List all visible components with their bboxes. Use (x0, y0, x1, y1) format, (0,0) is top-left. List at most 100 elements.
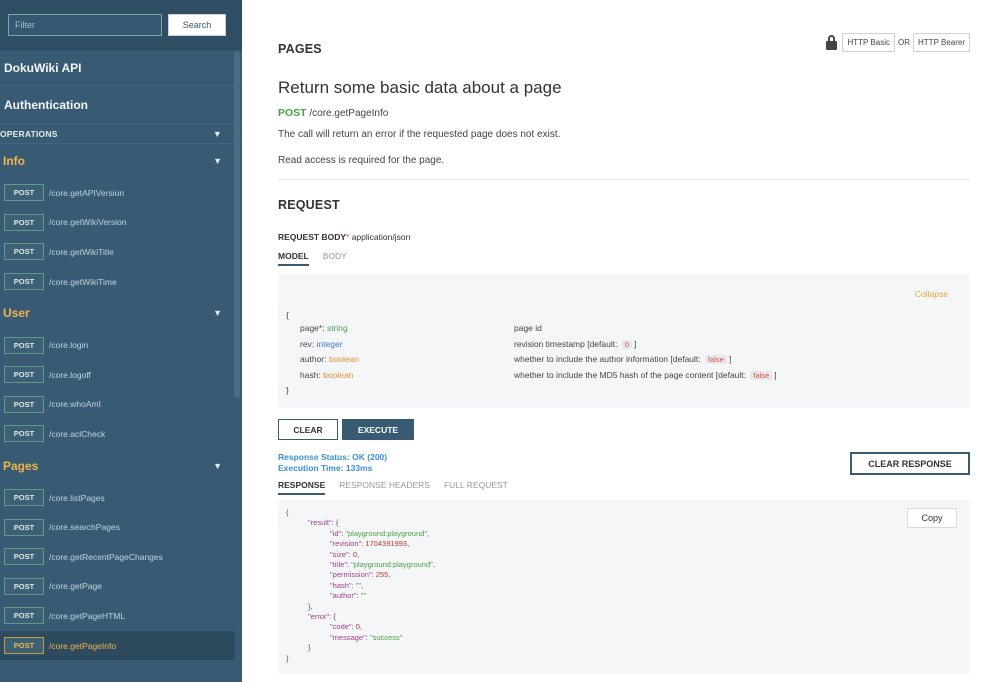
chevron-down-icon[interactable]: ▼ (213, 308, 222, 318)
method-badge: POST (4, 489, 44, 507)
operation-path: /core.getPageInfo (49, 640, 117, 651)
copy-button[interactable]: Copy (907, 508, 957, 528)
json-line: "result": { (308, 518, 338, 527)
default-value: false (705, 355, 727, 364)
section-title: PAGES (278, 42, 322, 56)
operation-path: /core.getPage (49, 581, 102, 592)
clear-response-button[interactable]: CLEAR RESPONSE (850, 452, 970, 475)
execution-time: Execution Time: 133ms (278, 463, 373, 473)
sidebar-operation[interactable]: POST/core.getAPIVersion (0, 178, 242, 208)
sidebar-operation[interactable]: POST/core.aclCheck (0, 419, 242, 449)
operation-path: /core.whoAmI (49, 399, 101, 410)
json-line: } (308, 643, 311, 652)
tab-full-request[interactable]: FULL REQUEST (444, 480, 508, 495)
sidebar-operation[interactable]: POST/core.getPage (0, 572, 242, 602)
sidebar-operation[interactable]: POST/core.getPageInfo (0, 630, 235, 661)
description-text: page id (514, 323, 542, 333)
json-punct: { (286, 508, 289, 517)
schema-brace-open: { (286, 310, 289, 320)
json-key: "author" (330, 591, 357, 601)
schema-property: hash: boolean (300, 370, 353, 380)
operation-path: /core.getWikiVersion (49, 217, 127, 228)
response-body: Copy { "result": { "id": "playground:playg… (278, 500, 970, 674)
sidebar-operation[interactable]: POST/core.getWikiTitle (0, 237, 242, 267)
sidebar-operation[interactable]: POST/core.logoff (0, 360, 242, 390)
default-value: false (750, 370, 773, 380)
divider (278, 179, 970, 180)
method-badge: POST (4, 366, 44, 384)
access-note: Read access is required for the page. (278, 155, 445, 166)
method-badge: POST (4, 213, 44, 231)
schema-property: rev: integer (300, 339, 343, 349)
property-type: integer (316, 338, 343, 349)
schema-brace-close: } (286, 385, 289, 395)
operation-path: /core.login (49, 340, 89, 351)
sidebar-search-bar: Search (0, 0, 242, 50)
property-type: boolean (328, 354, 360, 364)
tab-response[interactable]: RESPONSE (278, 480, 326, 495)
operations-header[interactable]: OPERATIONS ▼ (0, 124, 242, 144)
schema-property: author: boolean (300, 354, 359, 364)
auth-methods: HTTP Basic OR HTTP Bearer (825, 33, 970, 52)
json-value: "playground:playground" (351, 560, 433, 569)
operation-endpoint: POST /core.getPageInfo (278, 107, 388, 119)
json-key: "id" (330, 528, 342, 538)
property-type: boolean (323, 369, 354, 380)
sidebar-operation[interactable]: POST/core.listPages (0, 483, 242, 513)
sidebar-link-1[interactable]: Authentication (0, 87, 242, 124)
search-button[interactable]: Search (168, 13, 226, 36)
request-body-title: REQUEST BODY (278, 232, 347, 242)
clear-button[interactable]: CLEAR (278, 419, 338, 440)
sidebar-group-pages[interactable]: Pages ▼ (0, 449, 242, 483)
filter-input[interactable] (8, 13, 162, 36)
sidebar-operation[interactable]: POST/core.getRecentPageChanges (0, 542, 242, 572)
json-value: "success" (369, 632, 403, 642)
json-line: "title": "playground:playground", (330, 560, 435, 569)
sidebar-group-info[interactable]: Info ▼ (0, 144, 242, 178)
property-name: page (300, 323, 319, 333)
method-badge: POST (4, 336, 44, 354)
tab-response-headers[interactable]: RESPONSE HEADERS (339, 480, 430, 495)
json-line: "size": 0, (330, 550, 359, 559)
operation-path: /core.getWikiTime (49, 276, 117, 287)
method-badge: POST (4, 637, 44, 655)
model-schema: Collapse { page*: string page id rev: inte… (278, 274, 970, 408)
sidebar-scrollbar[interactable] (234, 52, 240, 397)
collapse-link[interactable]: Collapse (915, 289, 948, 299)
chevron-down-icon[interactable]: ▼ (213, 129, 222, 139)
chevron-down-icon[interactable]: ▼ (213, 156, 222, 166)
lock-icon[interactable] (825, 35, 838, 50)
json-key: "size" (330, 549, 349, 559)
group-label: Info (3, 154, 25, 168)
sidebar-operation[interactable]: POST/core.whoAmI (0, 390, 242, 420)
group-label: Pages (3, 458, 39, 473)
schema-property: page*: string (300, 323, 348, 333)
http-basic-button[interactable]: HTTP Basic (842, 33, 896, 52)
execute-button[interactable]: EXECUTE (342, 419, 414, 440)
sidebar-operation[interactable]: POST/core.getWikiTime (0, 267, 242, 297)
sidebar-group-user[interactable]: User ▼ (0, 296, 242, 330)
property-description: whether to include the MD5 hash of the p… (514, 370, 777, 380)
operation-path: /core.searchPages (49, 522, 120, 533)
property-name: rev (300, 338, 312, 349)
json-punct: , (426, 528, 430, 538)
description-text: whether to include the author informatio… (514, 354, 704, 364)
tab-model[interactable]: MODEL (278, 251, 309, 266)
description-text: whether to include the MD5 hash of the p… (514, 369, 749, 380)
json-line: }, (308, 602, 313, 611)
tab-body[interactable]: BODY (323, 251, 347, 266)
json-key: "message" (330, 632, 366, 642)
sidebar-operation[interactable]: POST/core.login (0, 330, 242, 360)
method-label: POST (278, 107, 307, 119)
json-line: "id": "playground:playground", (330, 529, 429, 538)
json-value: 1704391993 (365, 539, 408, 549)
operation-path: /core.listPages (49, 492, 105, 503)
sidebar-operation[interactable]: POST/core.getPageHTML (0, 601, 242, 631)
chevron-down-icon[interactable]: ▼ (213, 461, 222, 471)
property-description: page id (514, 323, 542, 333)
http-bearer-button[interactable]: HTTP Bearer (913, 33, 970, 52)
sidebar-link-0[interactable]: DokuWiki API (0, 50, 242, 87)
sidebar-operation[interactable]: POST/core.searchPages (0, 512, 242, 542)
endpoint-path: /core.getPageInfo (309, 108, 389, 119)
sidebar-operation[interactable]: POST/core.getWikiVersion (0, 208, 242, 238)
